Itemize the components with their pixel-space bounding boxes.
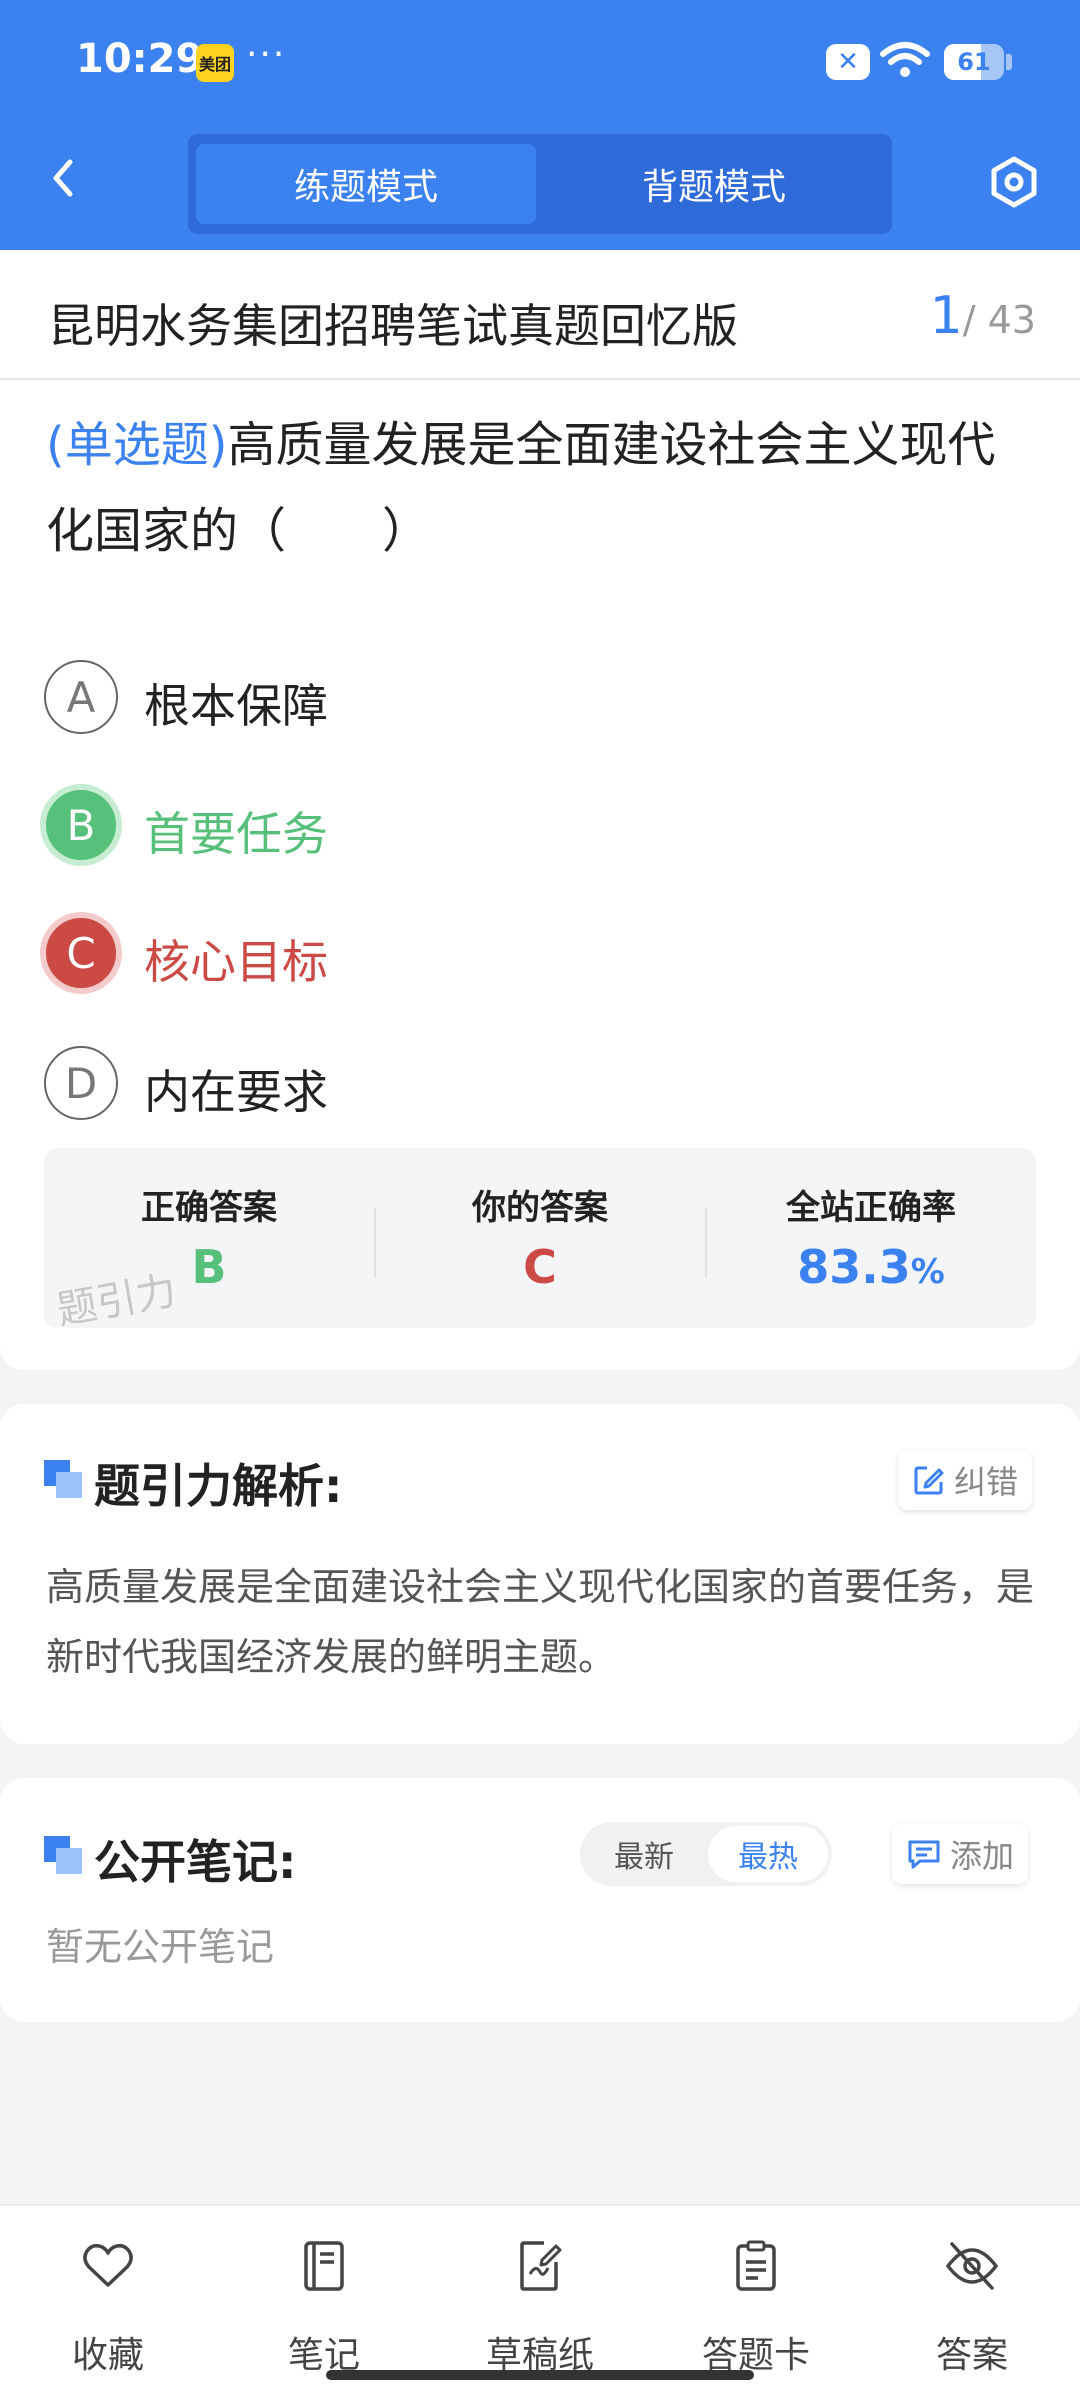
- your-answer-col: 你的答案 C: [375, 1148, 705, 1328]
- option-label: 根本保障: [144, 679, 328, 733]
- home-indicator: [326, 2370, 754, 2380]
- tab-label: 收藏: [71, 2335, 144, 2376]
- option-a[interactable]: A 根本保障: [44, 660, 944, 740]
- tab-label: 答案: [935, 2335, 1008, 2376]
- meituan-notification-icon: 美团: [196, 44, 234, 82]
- option-letter: C: [40, 912, 122, 994]
- status-bar: 10:29 美团 ··· ✕ 61: [0, 0, 1080, 120]
- add-note-label: 添加: [950, 1837, 1015, 1875]
- add-note-button[interactable]: 添加: [892, 1824, 1029, 1884]
- accuracy-value: 83.3%: [706, 1240, 1036, 1294]
- heart-icon: [83, 2243, 133, 2287]
- sort-hot-tab[interactable]: 最热: [708, 1826, 828, 1882]
- option-b[interactable]: B 首要任务: [40, 784, 944, 868]
- sort-latest-tab[interactable]: 最新: [584, 1826, 704, 1882]
- option-letter: A: [44, 660, 118, 734]
- current-question-number: 1: [929, 286, 963, 346]
- wifi-icon: [880, 42, 930, 77]
- report-error-label: 纠错: [954, 1463, 1019, 1501]
- correct-answer-label: 正确答案: [141, 1188, 277, 1228]
- report-error-button[interactable]: 纠错: [898, 1450, 1033, 1510]
- section-squares-icon: [44, 1836, 84, 1876]
- accuracy-number: 83.3: [797, 1240, 911, 1294]
- analysis-text: 高质量发展是全面建设社会主义现代化国家的首要任务，是新时代我国经济发展的鲜明主题…: [46, 1565, 1035, 1679]
- notes-sort-switch: 最新 最热: [580, 1822, 832, 1886]
- question-type: (单选题): [46, 417, 228, 473]
- tab-show-answer[interactable]: 答案: [892, 2226, 1052, 2376]
- option-label: 首要任务: [144, 807, 328, 861]
- question-card: 昆明水务集团招聘笔试真题回忆版 1/ 43 (单选题)高质量发展是全面建设社会主…: [0, 250, 1080, 1370]
- answer-sheet-icon: [736, 2240, 776, 2291]
- mode-switch: 练题模式 背题模式: [188, 134, 892, 234]
- your-answer-value: C: [523, 1240, 557, 1294]
- option-letter: D: [44, 1046, 118, 1120]
- mute-x-icon: ✕: [826, 44, 870, 80]
- tab-draft-paper[interactable]: 草稿纸: [460, 2226, 620, 2376]
- accuracy-label: 全站正确率: [786, 1188, 956, 1228]
- draft-paper-icon: [520, 2241, 562, 2291]
- question-counter[interactable]: 1/ 43: [930, 286, 1036, 346]
- notes-empty-text: 暂无公开笔记: [46, 1925, 275, 1969]
- more-notifications-icon: ···: [246, 34, 287, 75]
- tab-answer-sheet[interactable]: 答题卡: [676, 2226, 836, 2376]
- accuracy-col: 全站正确率 83.3%: [706, 1148, 1036, 1328]
- tab-notes[interactable]: 笔记: [244, 2226, 404, 2376]
- edit-icon: [914, 1466, 944, 1495]
- paper-title: 昆明水务集团招聘笔试真题回忆版: [48, 299, 738, 353]
- eye-off-icon: [945, 2242, 999, 2290]
- option-label: 内在要求: [144, 1065, 328, 1119]
- answer-summary: 正确答案 B 你的答案 C 全站正确率 83.3% 题引力: [44, 1148, 1036, 1334]
- accuracy-unit: %: [910, 1252, 945, 1292]
- battery-level: 61: [957, 48, 991, 76]
- total-questions: / 43: [962, 298, 1036, 342]
- tab-practice-mode[interactable]: 练题模式: [196, 144, 536, 224]
- your-answer-label: 你的答案: [472, 1188, 608, 1228]
- tab-favorite[interactable]: 收藏: [28, 2226, 188, 2376]
- question-text: (单选题)高质量发展是全面建设社会主义现代化国家的（ ）: [46, 402, 1036, 574]
- battery-tip: [1006, 54, 1012, 70]
- comment-icon: [908, 1840, 940, 1869]
- divider: [0, 378, 1080, 380]
- notes-card: 公开笔记: 最新 最热 添加 暂无公开笔记: [0, 1778, 1080, 2022]
- option-label: 核心目标: [144, 935, 328, 989]
- option-letter: B: [40, 784, 122, 866]
- nav-row: 练题模式 背题模式: [0, 130, 1080, 240]
- back-button[interactable]: [40, 154, 88, 202]
- analysis-card: 题引力解析: 纠错 高质量发展是全面建设社会主义现代化国家的首要任务，是新时代我…: [0, 1404, 1080, 1744]
- option-c[interactable]: C 核心目标: [40, 912, 944, 996]
- top-bar: 10:29 美团 ··· ✕ 61 练题模式 背题模式: [0, 0, 1080, 250]
- notes-title: 公开笔记:: [94, 1835, 297, 1889]
- settings-gear-icon[interactable]: [986, 154, 1042, 210]
- analysis-title: 题引力解析:: [94, 1459, 343, 1513]
- tab-memorize-mode[interactable]: 背题模式: [544, 144, 884, 224]
- status-time: 10:29: [76, 36, 204, 82]
- notebook-icon: [304, 2241, 344, 2291]
- section-squares-icon: [44, 1460, 84, 1500]
- battery-icon: 61: [944, 44, 1004, 80]
- option-d[interactable]: D 内在要求: [44, 1046, 944, 1126]
